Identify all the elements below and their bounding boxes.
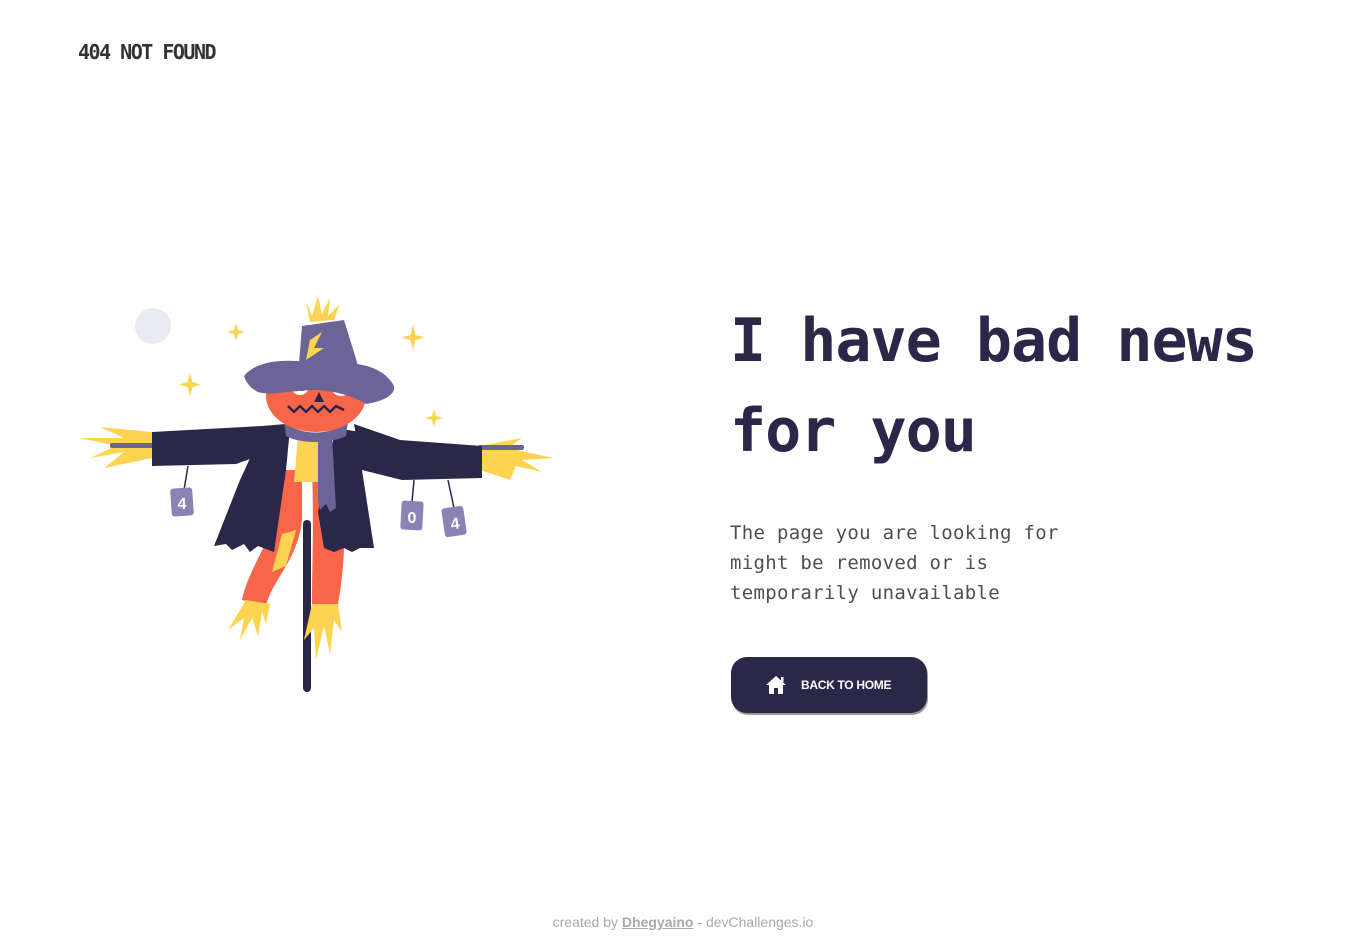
- pole: [303, 520, 311, 692]
- footer-prefix: created by: [552, 914, 619, 930]
- footer-separator: -: [693, 914, 706, 930]
- error-message: The page you are looking for might be re…: [730, 522, 1059, 604]
- brand-logo[interactable]: 404 NOT FOUND: [78, 40, 217, 64]
- shirt: [294, 436, 320, 482]
- footer-credit: created by Dhegyaino - devChallenges.io: [0, 914, 1366, 930]
- moon-shape: [135, 308, 171, 344]
- can-label: 0: [408, 510, 417, 527]
- home-icon: [766, 676, 786, 694]
- back-to-home-label: BACK TO HOME: [801, 678, 892, 692]
- page-title: I have bad news for you: [730, 306, 1258, 466]
- author-link[interactable]: Dhegyaino: [622, 914, 694, 930]
- site-link[interactable]: devChallenges.io: [706, 914, 813, 930]
- can-label: 4: [178, 496, 187, 513]
- back-to-home-button[interactable]: BACK TO HOME: [731, 657, 927, 713]
- hat: [244, 296, 395, 404]
- scarecrow-illustration: 4 0 4: [80, 296, 554, 692]
